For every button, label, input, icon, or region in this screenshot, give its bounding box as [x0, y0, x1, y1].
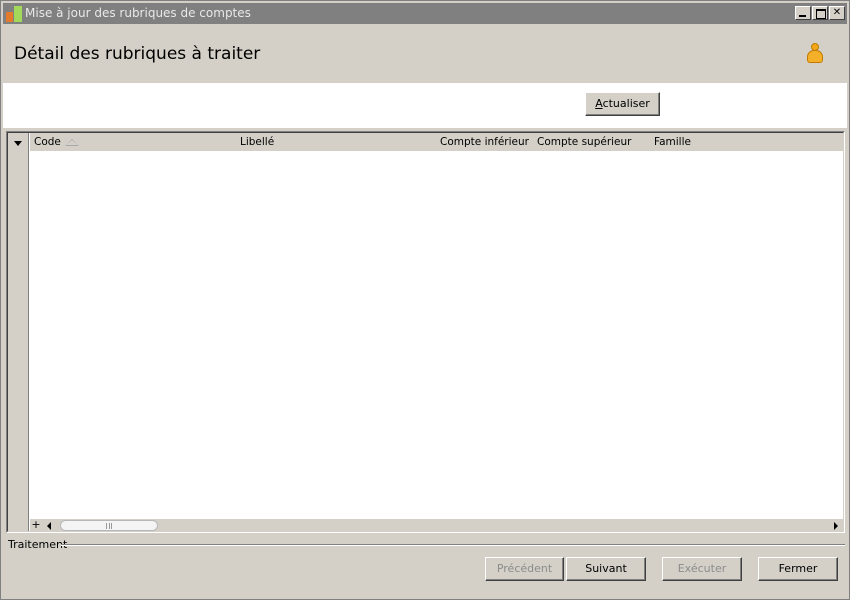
scroll-left-icon[interactable]: [44, 519, 56, 532]
user-icon[interactable]: [806, 43, 824, 65]
add-row-button[interactable]: +: [30, 519, 42, 532]
maximize-button[interactable]: [812, 6, 828, 20]
scroll-right-icon[interactable]: [830, 519, 842, 532]
filter-panel: Actualiser: [3, 83, 847, 128]
window-title: Mise à jour des rubriques de comptes: [25, 6, 251, 20]
group-label-traitement: Traitement: [8, 538, 68, 551]
sort-ascending-icon: [65, 139, 79, 146]
title-bar[interactable]: Mise à jour des rubriques de comptes ✕: [3, 3, 847, 24]
data-grid[interactable]: Code Libellé Compte inférieur Compte sup…: [6, 131, 845, 533]
group-divider: [61, 544, 845, 546]
header-panel: Détail des rubriques à traiter: [3, 24, 847, 83]
grid-body: Code Libellé Compte inférieur Compte sup…: [7, 132, 844, 532]
horizontal-scrollbar[interactable]: +: [30, 519, 843, 532]
close-window-button[interactable]: ✕: [829, 6, 845, 20]
close-button[interactable]: Fermer: [758, 557, 838, 581]
column-header-compte-inferieur[interactable]: Compte inférieur: [440, 136, 529, 148]
column-header-compte-superieur[interactable]: Compte supérieur: [537, 136, 631, 148]
column-header-libelle[interactable]: Libellé: [240, 136, 274, 148]
execute-button[interactable]: Exécuter: [662, 557, 742, 581]
row-selector-column: [8, 133, 29, 531]
page-title: Détail des rubriques à traiter: [14, 44, 261, 64]
column-header-famille[interactable]: Famille: [654, 136, 691, 148]
refresh-label: ctualiser: [602, 97, 650, 110]
refresh-button[interactable]: Actualiser: [585, 92, 660, 116]
app-icon: [6, 6, 22, 22]
grip-icon: [106, 523, 112, 529]
column-header-code[interactable]: Code: [34, 136, 61, 148]
scroll-thumb[interactable]: [60, 520, 158, 531]
column-header-row: Code Libellé Compte inférieur Compte sup…: [30, 133, 843, 151]
refresh-accel: A: [595, 97, 603, 110]
minimize-button[interactable]: [795, 6, 811, 20]
app-window: Mise à jour des rubriques de comptes ✕ D…: [0, 0, 850, 600]
next-button[interactable]: Suivant: [566, 557, 646, 581]
column-chooser-icon[interactable]: [14, 141, 22, 146]
previous-button[interactable]: Précédent: [485, 557, 564, 581]
